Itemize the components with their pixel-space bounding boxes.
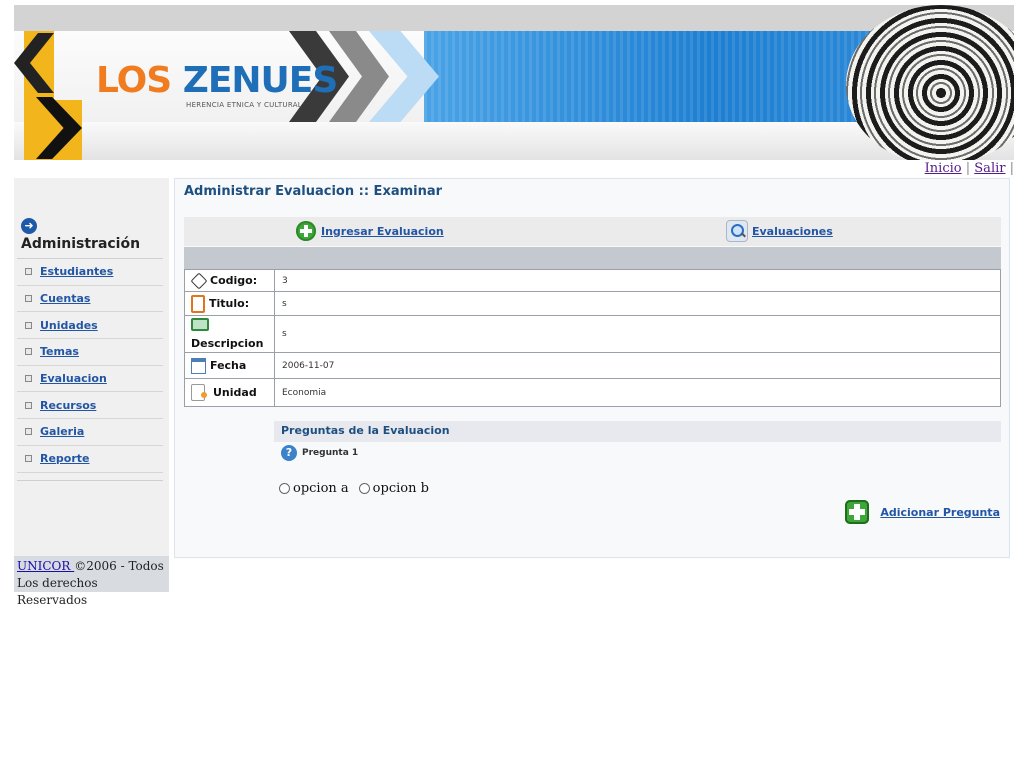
fecha-label: Fecha <box>210 359 247 372</box>
search-icon[interactable] <box>726 220 748 242</box>
banner-top-bar <box>14 5 1014 31</box>
option-a-radio[interactable] <box>279 483 290 494</box>
table-row: Titulo: s <box>184 291 1001 316</box>
codigo-label: Codigo: <box>210 274 258 287</box>
evaluaciones-link[interactable]: Evaluaciones <box>752 225 833 238</box>
question-label: Pregunta 1 <box>302 448 359 458</box>
field-label-cell: Titulo: <box>184 291 275 316</box>
sidebar-divider <box>17 480 163 481</box>
sidebar-item-recursos[interactable]: Recursos <box>17 392 163 420</box>
sidebar: ➜ Administración Estudiantes Cuentas Uni… <box>14 178 169 607</box>
bullet-icon <box>25 295 32 303</box>
question-options: opcion a opcion b <box>277 481 429 496</box>
tag-icon <box>190 272 208 289</box>
sidebar-menu: Estudiantes Cuentas Unidades Temas Evalu… <box>17 258 163 473</box>
unidad-value: Economia <box>274 378 1001 407</box>
arrow-right-circle-icon: ➜ <box>21 218 37 234</box>
bullet-icon <box>25 428 32 436</box>
add-question-action[interactable]: Adicionar Pregunta <box>845 500 1000 524</box>
codigo-value: 3 <box>274 269 1001 292</box>
evaluation-details-table: Codigo: 3 Titulo: s Descripcion s Fecha … <box>184 269 1001 407</box>
salir-link[interactable]: Salir <box>974 161 1005 176</box>
brand-tagline: HERENCIA ETNICA Y CULTURAL <box>186 101 302 109</box>
action-bar: Ingresar Evaluacion Evaluaciones <box>184 217 1001 246</box>
clipboard-icon <box>191 294 205 313</box>
brand-los: LOS <box>96 60 172 101</box>
document-icon <box>191 384 207 401</box>
bullet-icon <box>25 401 32 409</box>
nav-separator: | <box>1009 161 1014 176</box>
questions-section-header: Preguntas de la Evaluacion <box>274 421 1001 442</box>
brand-zenues: ZENUES <box>182 60 339 101</box>
question-title: ? Pregunta 1 <box>281 445 358 461</box>
sidebar-footer: UNICOR ©2006 - Todos Los derechos Reserv… <box>14 556 169 607</box>
fecha-value: 2006-11-07 <box>274 352 1001 379</box>
descripcion-label: Descripcion <box>191 337 264 350</box>
field-label-cell: Codigo: <box>184 269 275 292</box>
sidebar-item-evaluacion[interactable]: Evaluacion <box>17 366 163 393</box>
page-title: Administrar Evaluacion :: Examinar <box>184 184 443 199</box>
unidad-label: Unidad <box>213 386 257 399</box>
sidebar-link-galeria[interactable]: Galeria <box>40 425 84 438</box>
help-question-icon: ? <box>281 445 297 461</box>
ingresar-evaluacion-action[interactable]: Ingresar Evaluacion <box>296 221 444 241</box>
bullet-icon <box>25 268 32 276</box>
bullet-icon <box>25 375 32 383</box>
sidebar-link-evaluacion[interactable]: Evaluacion <box>40 372 107 385</box>
sidebar-item-cuentas[interactable]: Cuentas <box>17 286 163 313</box>
ingresar-evaluacion-link[interactable]: Ingresar Evaluacion <box>321 225 444 238</box>
bullet-icon <box>25 321 32 329</box>
sidebar-item-reporte[interactable]: Reporte <box>17 446 163 473</box>
inicio-link[interactable]: Inicio <box>925 161 962 176</box>
descripcion-value: s <box>274 315 1001 353</box>
evaluaciones-action[interactable]: Evaluaciones <box>726 220 833 242</box>
option-b-radio[interactable] <box>358 483 370 494</box>
option-b-label: opcion b <box>372 481 429 496</box>
banner-blue-field <box>424 31 904 122</box>
add-icon[interactable] <box>296 221 316 241</box>
main-content: Administrar Evaluacion :: Examinar Ingre… <box>174 178 1010 558</box>
field-label-cell: Descripcion <box>184 315 275 353</box>
top-navigation: Inicio | Salir | <box>925 161 1014 176</box>
brand-logo-text: LOS ZENUES <box>96 60 339 101</box>
sidebar-link-estudiantes[interactable]: Estudiantes <box>40 265 113 278</box>
add-icon[interactable] <box>845 500 870 524</box>
option-a-label: opcion a <box>293 481 349 496</box>
sidebar-item-temas[interactable]: Temas <box>17 339 163 366</box>
calendar-icon <box>191 357 206 374</box>
sidebar-link-temas[interactable]: Temas <box>40 345 79 358</box>
nav-separator: | <box>965 161 971 176</box>
sidebar-item-estudiantes[interactable]: Estudiantes <box>17 259 163 286</box>
sidebar-item-unidades[interactable]: Unidades <box>17 312 163 340</box>
table-row: Codigo: 3 <box>184 269 1001 292</box>
table-row: Unidad Economia <box>184 378 1001 407</box>
sidebar-item-galeria[interactable]: Galeria <box>17 419 163 446</box>
table-row: Fecha 2006-11-07 <box>184 352 1001 379</box>
field-label-cell: Fecha <box>184 352 275 379</box>
bullet-icon <box>25 455 32 463</box>
sidebar-link-unidades[interactable]: Unidades <box>40 319 98 332</box>
header-banner: LOS ZENUES HERENCIA ETNICA Y CULTURAL <box>14 5 1014 160</box>
sidebar-link-reporte[interactable]: Reporte <box>40 452 90 465</box>
section-divider-bar <box>184 247 1001 269</box>
sidebar-link-recursos[interactable]: Recursos <box>40 399 96 412</box>
titulo-label: Titulo: <box>209 297 250 310</box>
table-row: Descripcion s <box>184 315 1001 353</box>
sidebar-link-cuentas[interactable]: Cuentas <box>40 292 90 305</box>
unicor-link[interactable]: UNICOR <box>17 559 74 573</box>
bullet-icon <box>25 348 32 356</box>
field-label-cell: Unidad <box>184 378 275 407</box>
add-question-link[interactable]: Adicionar Pregunta <box>880 506 1000 519</box>
sidebar-title: Administración <box>21 236 141 252</box>
titulo-value: s <box>274 291 1001 316</box>
book-icon <box>191 318 209 331</box>
